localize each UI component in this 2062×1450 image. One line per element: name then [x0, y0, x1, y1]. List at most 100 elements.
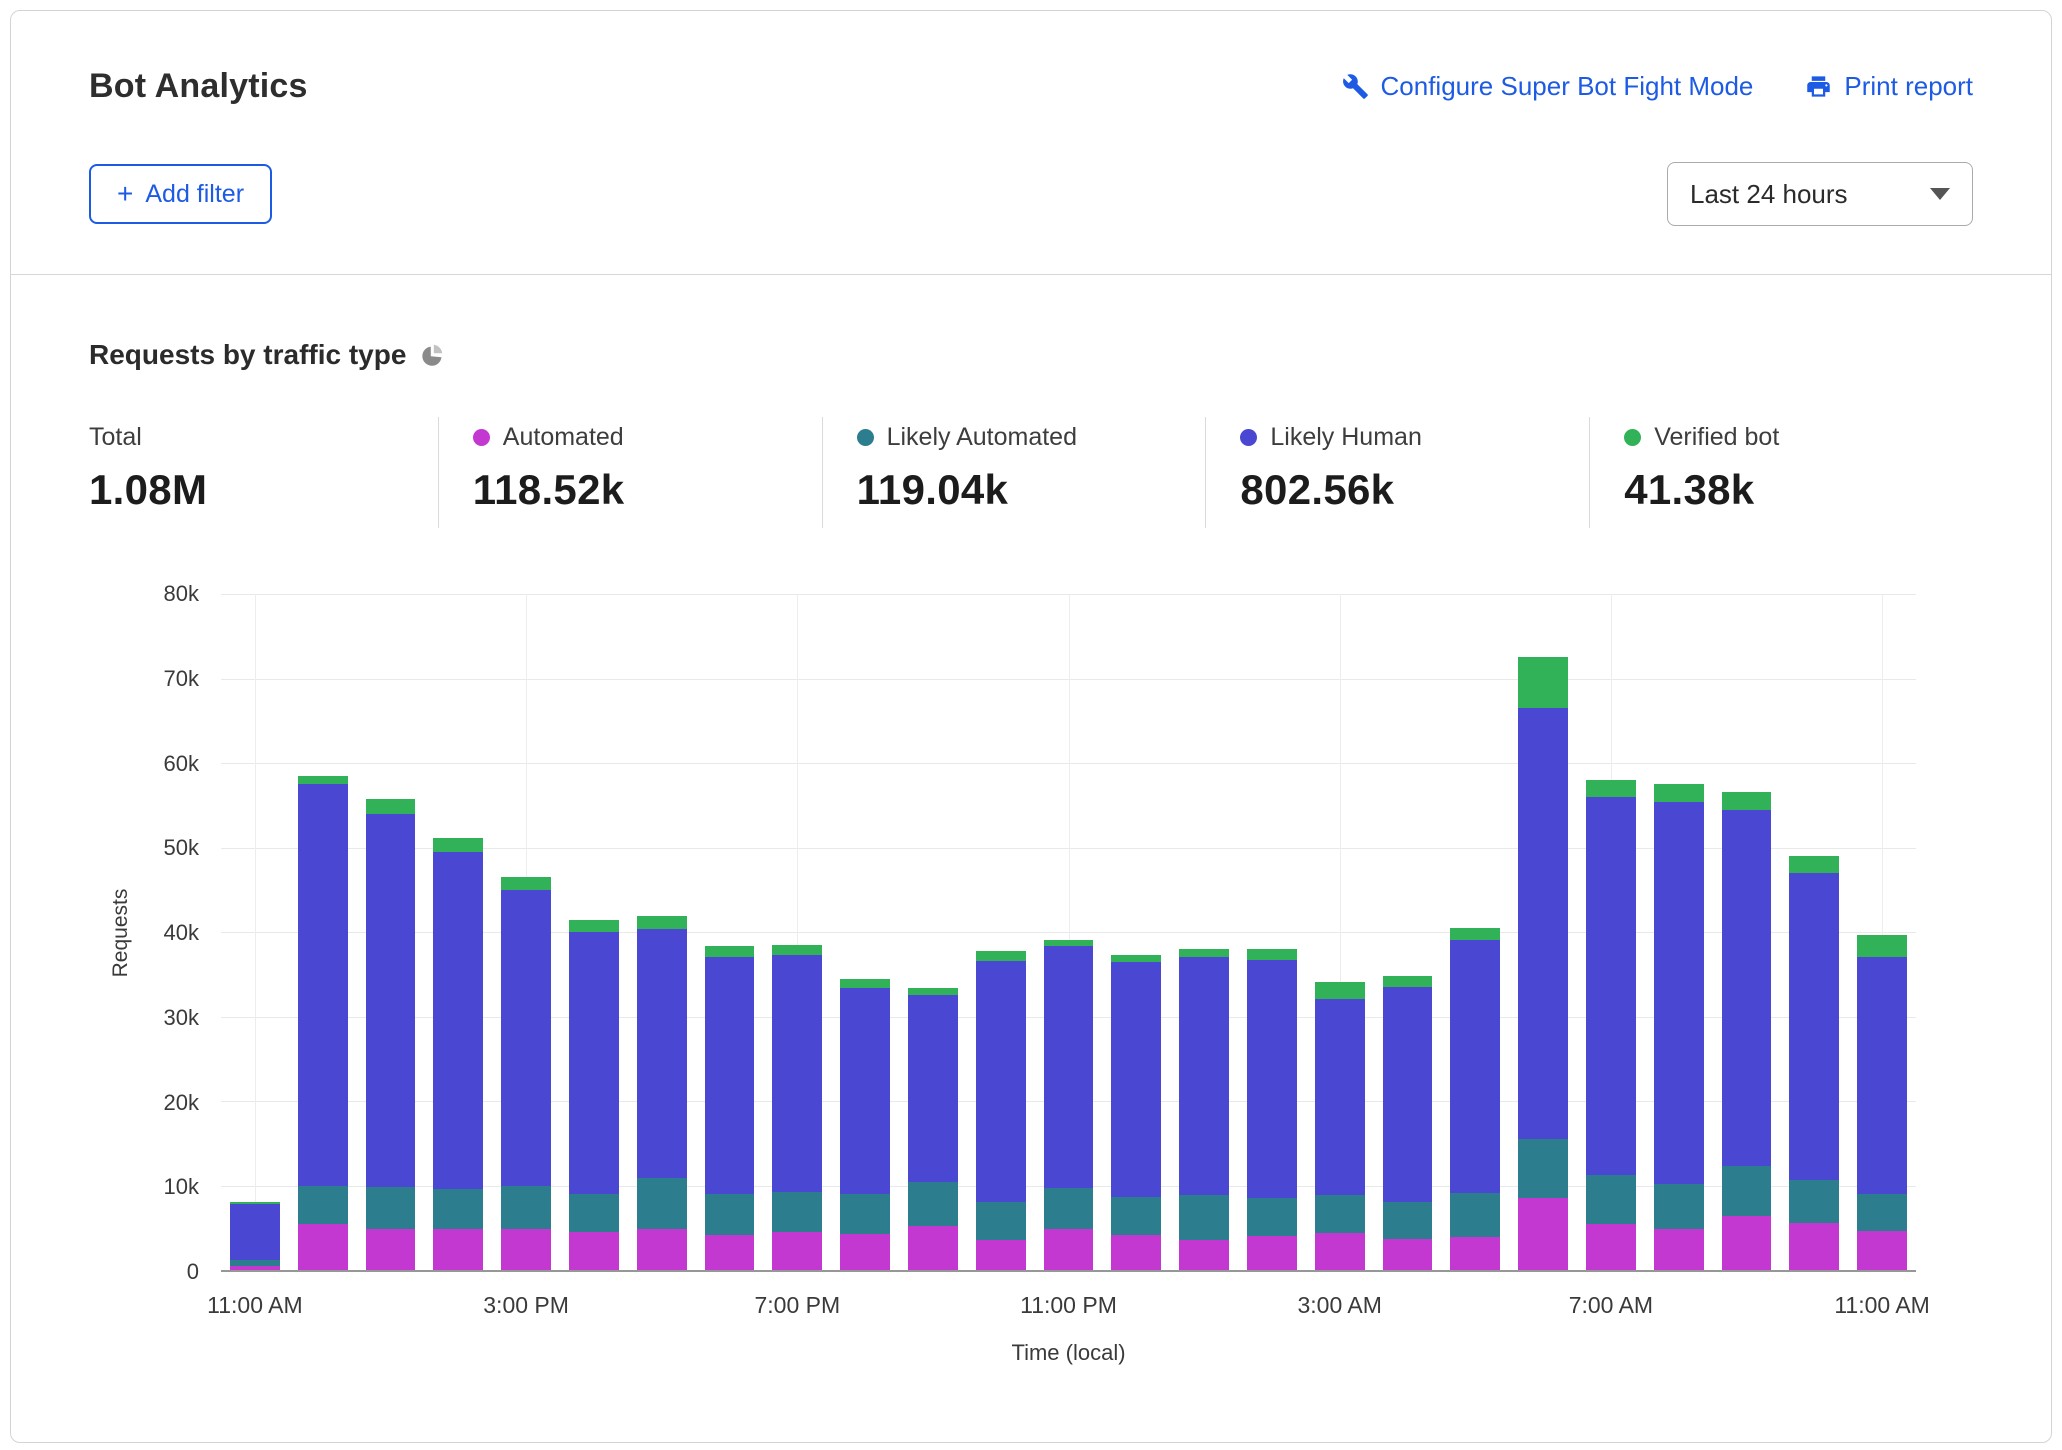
stacked-bar[interactable]: [840, 594, 890, 1270]
bar-segment-likely-automated: [637, 1178, 687, 1229]
bar-segment-verified-bot: [1450, 928, 1500, 940]
stacked-bar[interactable]: [908, 594, 958, 1270]
stacked-bar[interactable]: [1179, 594, 1229, 1270]
stacked-bar[interactable]: [501, 594, 551, 1270]
stat-label: Verified bot: [1654, 423, 1779, 452]
stacked-bar[interactable]: [772, 594, 822, 1270]
plus-icon: +: [117, 180, 133, 208]
add-filter-label: Add filter: [145, 182, 244, 207]
x-tick-label: 11:00 PM: [1020, 1292, 1117, 1319]
bar-segment-likely-automated: [501, 1186, 551, 1230]
stats-row: Total 1.08M Automated 118.52k Likely Aut…: [89, 417, 1973, 528]
configure-super-bot-fight-mode-link[interactable]: Configure Super Bot Fight Mode: [1342, 71, 1754, 102]
likely-automated-dot-icon: [857, 429, 874, 446]
bar-segment-likely-human: [298, 784, 348, 1185]
x-tick-label: 3:00 PM: [483, 1292, 569, 1319]
stat-value: 119.04k: [857, 466, 1196, 514]
bar-segment-automated: [501, 1229, 551, 1270]
time-range-value: Last 24 hours: [1690, 179, 1848, 210]
bar-segment-likely-automated: [1111, 1197, 1161, 1234]
stacked-bar[interactable]: [230, 594, 280, 1270]
stacked-bar[interactable]: [705, 594, 755, 1270]
bar-segment-verified-bot: [637, 916, 687, 929]
stat-label: Likely Automated: [887, 423, 1077, 452]
bar-segment-verified-bot: [366, 799, 416, 813]
stacked-bar[interactable]: [1315, 594, 1365, 1270]
bar-segment-likely-automated: [1722, 1166, 1772, 1216]
stacked-bar[interactable]: [1518, 594, 1568, 1270]
stacked-bar[interactable]: [1044, 594, 1094, 1270]
bar-segment-likely-human: [1247, 960, 1297, 1198]
stacked-bar[interactable]: [433, 594, 483, 1270]
stacked-bar[interactable]: [1857, 594, 1907, 1270]
likely-human-dot-icon: [1240, 429, 1257, 446]
stacked-bar[interactable]: [1789, 594, 1839, 1270]
stacked-bar[interactable]: [637, 594, 687, 1270]
bar-segment-automated: [1654, 1229, 1704, 1270]
bar-segment-automated: [1044, 1229, 1094, 1270]
bar-segment-automated: [230, 1266, 280, 1270]
stacked-bar[interactable]: [569, 594, 619, 1270]
stacked-bar[interactable]: [976, 594, 1026, 1270]
stat-likely-automated: Likely Automated 119.04k: [822, 417, 1206, 528]
bar-segment-likely-human: [1789, 873, 1839, 1181]
bar-segment-automated: [1247, 1236, 1297, 1270]
bar-segment-automated: [1179, 1240, 1229, 1270]
bar-segment-likely-human: [433, 852, 483, 1189]
bar-segment-automated: [298, 1224, 348, 1270]
section-head: Requests by traffic type: [89, 339, 1973, 371]
stat-likely-human: Likely Human 802.56k: [1205, 417, 1589, 528]
bar-segment-likely-human: [1654, 802, 1704, 1184]
stacked-bar[interactable]: [1383, 594, 1433, 1270]
stacked-bar[interactable]: [366, 594, 416, 1270]
bar-segment-automated: [1383, 1239, 1433, 1270]
bar-segment-verified-bot: [976, 951, 1026, 961]
print-report-link[interactable]: Print report: [1805, 71, 1973, 102]
bar-segment-likely-human: [1179, 957, 1229, 1195]
bar-segment-automated: [772, 1232, 822, 1270]
stacked-bar[interactable]: [1654, 594, 1704, 1270]
stacked-bar[interactable]: [1450, 594, 1500, 1270]
bar-segment-automated: [1586, 1224, 1636, 1270]
stat-label-row: Total: [89, 423, 428, 452]
header-links: Configure Super Bot Fight Mode Print rep…: [1342, 71, 1973, 102]
y-tick-label: 10k: [164, 1174, 199, 1200]
bar-segment-likely-automated: [1518, 1139, 1568, 1198]
bar-segment-automated: [1857, 1231, 1907, 1270]
wrench-icon: [1342, 73, 1369, 100]
bar-segment-automated: [1789, 1223, 1839, 1270]
y-tick-label: 30k: [164, 1005, 199, 1031]
bar-segment-verified-bot: [1111, 955, 1161, 963]
y-tick-label: 50k: [164, 835, 199, 861]
bar-segment-likely-automated: [366, 1187, 416, 1229]
stacked-bar[interactable]: [298, 594, 348, 1270]
bars-container: [221, 594, 1916, 1270]
bot-analytics-card: Bot Analytics Configure Super Bot Fight …: [10, 10, 2052, 1443]
y-tick-label: 70k: [164, 666, 199, 692]
bar-segment-likely-human: [366, 814, 416, 1187]
bar-segment-automated: [1450, 1237, 1500, 1270]
stacked-bar[interactable]: [1111, 594, 1161, 1270]
header-controls-row: + Add filter Last 24 hours: [89, 162, 1973, 226]
add-filter-button[interactable]: + Add filter: [89, 164, 272, 224]
bar-segment-verified-bot: [1247, 949, 1297, 960]
y-axis-labels: 010k20k30k40k50k60k70k80k: [89, 594, 199, 1272]
stat-automated: Automated 118.52k: [438, 417, 822, 528]
bar-segment-likely-automated: [1586, 1175, 1636, 1224]
bar-segment-likely-automated: [908, 1182, 958, 1226]
stat-value: 118.52k: [473, 466, 812, 514]
time-range-dropdown[interactable]: Last 24 hours: [1667, 162, 1973, 226]
stat-label-row: Likely Human: [1240, 423, 1579, 452]
bar-segment-likely-automated: [840, 1194, 890, 1234]
bar-segment-verified-bot: [772, 945, 822, 955]
bar-segment-automated: [705, 1235, 755, 1270]
stacked-bar[interactable]: [1586, 594, 1636, 1270]
stacked-bar[interactable]: [1247, 594, 1297, 1270]
stacked-bar[interactable]: [1722, 594, 1772, 1270]
bar-segment-likely-automated: [1179, 1195, 1229, 1240]
bar-segment-automated: [1722, 1216, 1772, 1270]
bar-segment-likely-human: [772, 955, 822, 1192]
bar-segment-likely-human: [1383, 987, 1433, 1202]
card-header: Bot Analytics Configure Super Bot Fight …: [11, 11, 2051, 275]
bar-segment-likely-human: [840, 988, 890, 1194]
